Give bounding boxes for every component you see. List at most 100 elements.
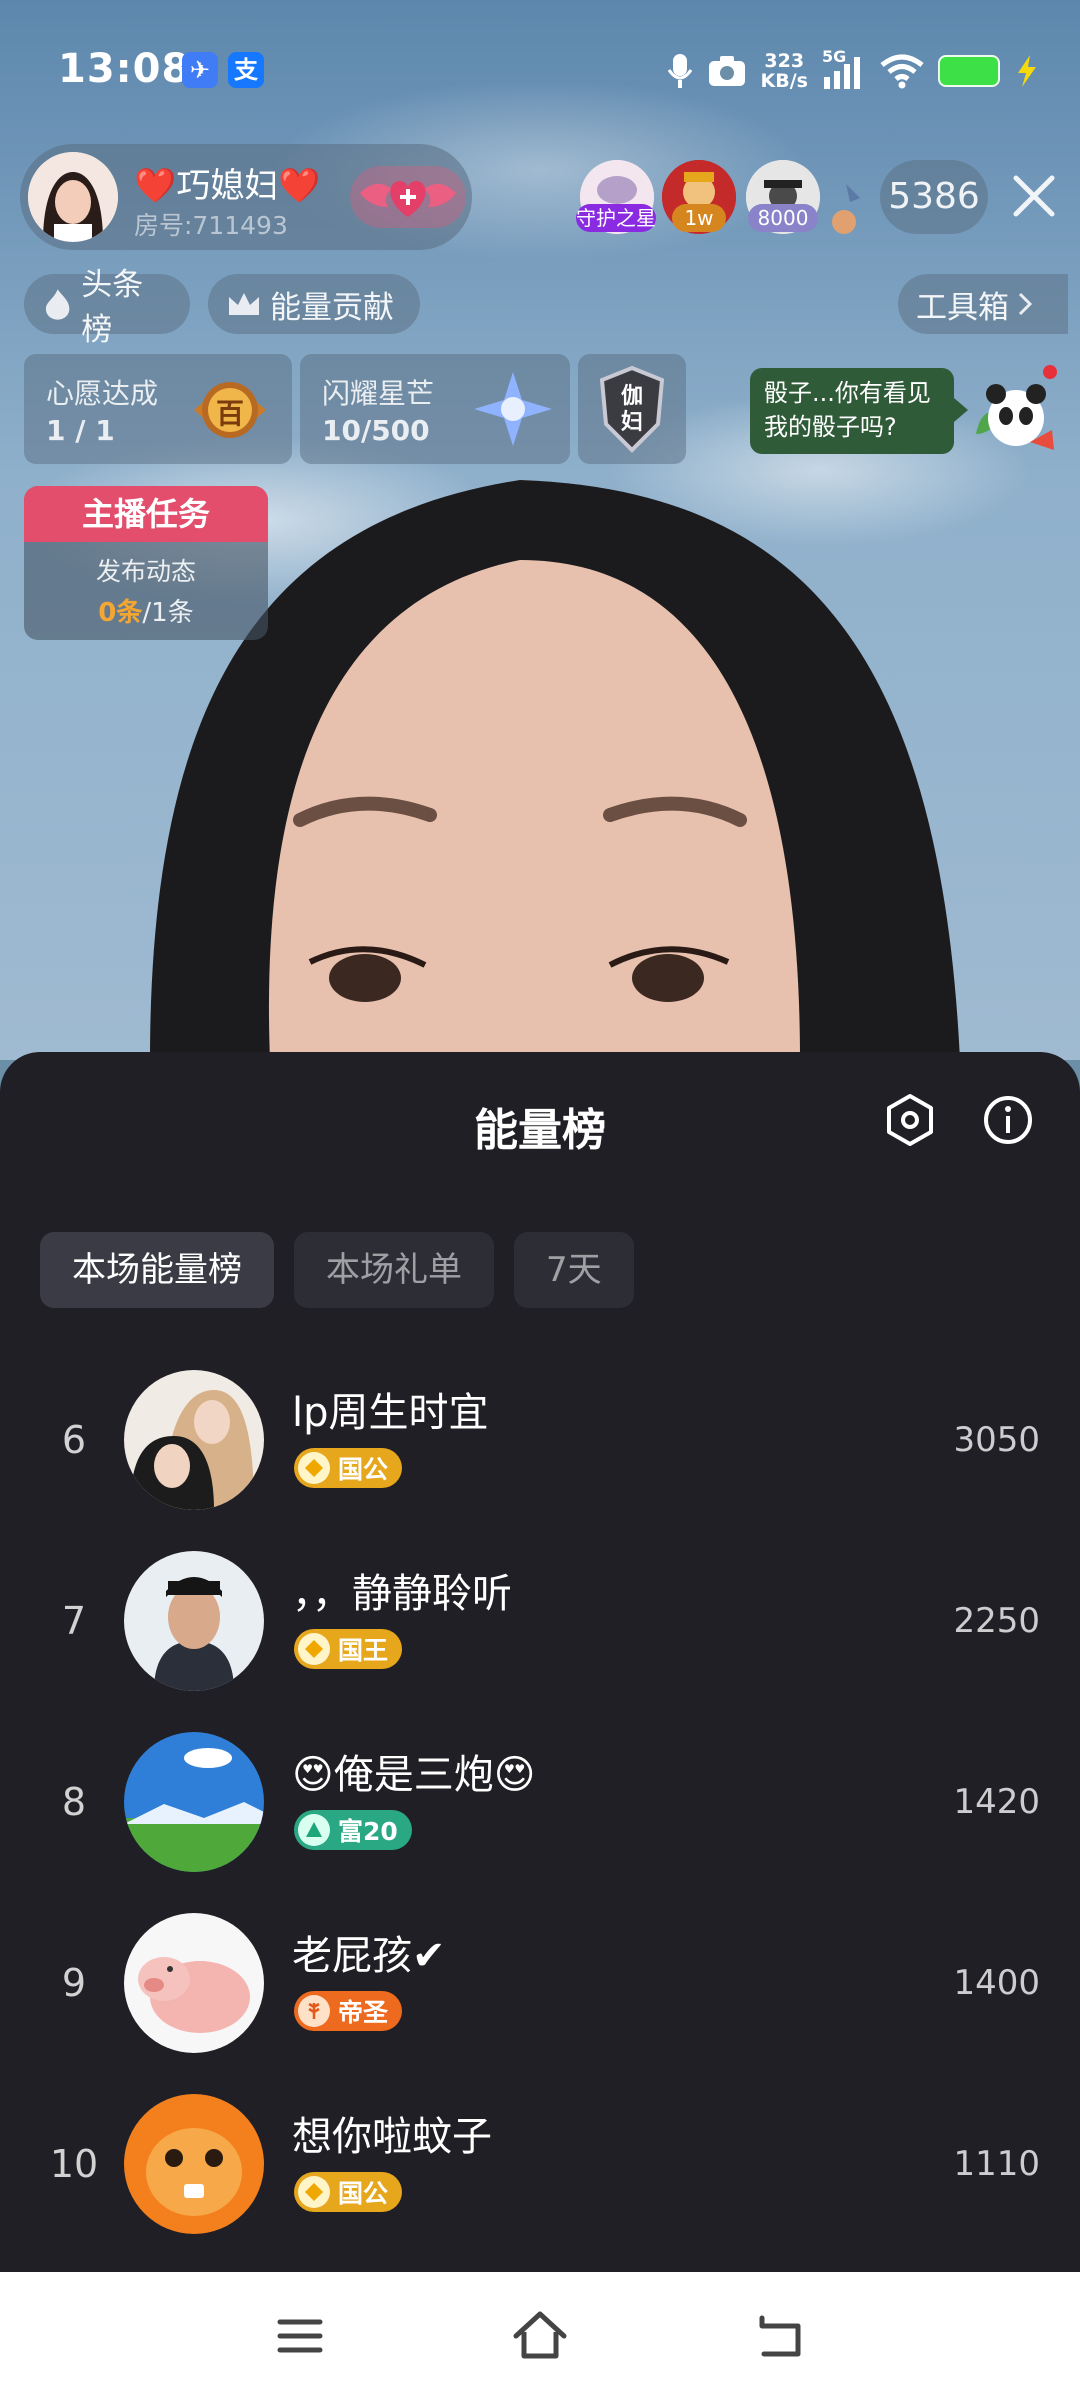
- signal-icon: 5G: [822, 47, 866, 91]
- top-viewer-tag-1: 守护之星: [576, 204, 656, 232]
- shield-text-2: 妇: [620, 410, 643, 435]
- user-level-label: 帝圣: [338, 1998, 389, 2027]
- diamond-icon: [298, 1633, 330, 1665]
- info-icon[interactable]: [980, 1092, 1036, 1148]
- user-name: 想你啦蚊子: [292, 2114, 492, 2160]
- top-viewer-tag-2: 1w: [672, 204, 726, 232]
- energy-score: 1110: [953, 2144, 1040, 2184]
- energy-score: 2250: [953, 1601, 1040, 1641]
- anchor-task-progress-done: 0条: [98, 598, 143, 628]
- energy-contribution-label: 能量贡献: [270, 289, 394, 326]
- user-name: 😍俺是三炮😍: [292, 1752, 536, 1798]
- chevron-right-icon: [1018, 292, 1033, 316]
- energy-contribution-button[interactable]: 能量贡献: [208, 274, 420, 334]
- ranking-number: 10: [49, 2142, 99, 2186]
- host-avatar[interactable]: [28, 152, 118, 242]
- ranking-list: 6 lp周生时宜 国公 3050 7 ，，静静聆听 国王 2250 8 😍俺是三…: [0, 1370, 1080, 2275]
- bubble-line-2: 我的骰子吗?: [764, 413, 897, 441]
- user-name: ，，静静聆听: [292, 1571, 512, 1617]
- star-task-title: 闪耀星芒: [322, 377, 435, 410]
- flame-icon: [45, 289, 70, 320]
- panda-mascot-icon[interactable]: [972, 364, 1058, 456]
- energy-ranking-sheet: 能量榜 本场能量榜 本场礼单 7天 6 lp周生时宜 国公 3050 7 ，，静…: [0, 1052, 1080, 2272]
- tab-session-energy[interactable]: 本场能量榜: [40, 1232, 274, 1308]
- status-bar: 13:08 ✈ 支 323 KB/s 5G: [0, 0, 1080, 140]
- battery-icon: [938, 55, 1000, 87]
- user-avatar[interactable]: [124, 1913, 264, 2053]
- alipay-icon: 支: [228, 52, 264, 88]
- headlines-button[interactable]: 头条榜: [24, 267, 190, 348]
- network-speed-value: 323: [764, 50, 805, 72]
- energy-score: 3050: [953, 1420, 1040, 1460]
- mascot-speech-bubble[interactable]: 骰子...你有看见 我的骰子吗?: [750, 368, 968, 454]
- close-icon[interactable]: [1004, 166, 1064, 226]
- crown-icon: [229, 293, 259, 315]
- energy-score: 1420: [953, 1782, 1040, 1822]
- charging-icon: [1018, 55, 1036, 87]
- bubble-line-1: 骰子...你有看见: [764, 379, 931, 407]
- medal-icon: 百: [190, 372, 270, 448]
- host-card[interactable]: ❤️巧媳妇❤️ 房号:711493: [20, 144, 472, 250]
- anchor-task-progress: 0条/1条: [24, 592, 268, 629]
- ranking-number: 7: [61, 1599, 87, 1643]
- notification-app-icon: ✈: [182, 52, 218, 88]
- wifi-icon: [880, 54, 924, 89]
- toolbox-button[interactable]: 工具箱: [898, 274, 1068, 334]
- anchor-task-card[interactable]: 主播任务 发布动态 0条/1条: [24, 486, 268, 640]
- ranking-row[interactable]: 10 想你啦蚊子 国公 1110: [0, 2094, 1080, 2275]
- user-level-badge: 富20: [294, 1810, 412, 1850]
- hexagon-settings-icon[interactable]: [882, 1092, 938, 1148]
- shield-badge-card[interactable]: 伽 妇: [578, 354, 686, 464]
- shield-text-1: 伽: [620, 384, 643, 409]
- user-level-label: 富20: [338, 1817, 398, 1846]
- ranking-row[interactable]: 7 ，，静静聆听 国王 2250: [0, 1551, 1080, 1732]
- microphone-icon: [667, 54, 692, 88]
- anchor-task-progress-total: /1条: [142, 598, 194, 628]
- user-avatar[interactable]: [124, 1370, 264, 1510]
- energy-score: 1400: [953, 1963, 1040, 2003]
- triangle-icon: [298, 1814, 330, 1846]
- host-room-number: 房号:711493: [134, 211, 288, 240]
- ranking-row[interactable]: 9 老屁孩✔ 帝圣 1400: [0, 1913, 1080, 2094]
- tab-7-days[interactable]: 7天: [514, 1232, 634, 1308]
- user-avatar[interactable]: [124, 2094, 264, 2234]
- anchor-task-subtitle: 发布动态: [95, 557, 196, 586]
- user-level-badge: 国王: [294, 1629, 403, 1669]
- menu-icon[interactable]: [270, 2306, 330, 2366]
- ranking-row[interactable]: 6 lp周生时宜 国公 3050: [0, 1370, 1080, 1551]
- shield-icon: 伽 妇: [596, 364, 668, 454]
- home-icon[interactable]: [510, 2306, 570, 2366]
- ranking-number: 9: [61, 1961, 87, 2005]
- user-avatar[interactable]: [124, 1732, 264, 1872]
- network-speed: 323 KB/s: [761, 51, 808, 91]
- user-level-label: 国王: [338, 1636, 389, 1665]
- user-name: 老屁孩✔: [292, 1933, 446, 1979]
- star-task-card[interactable]: 闪耀星芒 10/500: [300, 354, 570, 464]
- user-avatar[interactable]: [124, 1551, 264, 1691]
- ranking-row[interactable]: 8 😍俺是三炮😍 富20 1420: [0, 1732, 1080, 1913]
- star-task-value: 10/500: [322, 414, 430, 447]
- sparkle-star-icon: [474, 372, 552, 446]
- headlines-label: 头条榜: [81, 267, 144, 348]
- wish-task-title: 心愿达成: [46, 377, 159, 410]
- tab-session-gifts[interactable]: 本场礼单: [294, 1232, 494, 1308]
- user-level-label: 国公: [338, 1455, 389, 1484]
- viewer-count[interactable]: 5386: [880, 160, 988, 234]
- network-speed-unit: KB/s: [760, 70, 808, 92]
- user-name: lp周生时宜: [292, 1390, 489, 1436]
- anchor-task-title: 主播任务: [24, 486, 268, 542]
- user-level-badge: 国公: [294, 1448, 403, 1488]
- medal-label: 百: [215, 397, 244, 430]
- toolbox-label: 工具箱: [916, 289, 1009, 326]
- host-name: ❤️巧媳妇❤️: [134, 166, 321, 206]
- ranking-number: 6: [61, 1418, 87, 1462]
- camera-icon: [708, 56, 745, 86]
- ranking-number: 8: [61, 1780, 87, 1824]
- wheat-icon: [298, 1995, 330, 2027]
- wish-task-card[interactable]: 心愿达成 1 / 1 百: [24, 354, 292, 464]
- back-icon[interactable]: [750, 2306, 810, 2366]
- follow-button[interactable]: [350, 166, 466, 228]
- user-level-badge: 帝圣: [294, 1991, 403, 2031]
- status-time: 13:08: [58, 46, 191, 92]
- more-viewers-icon[interactable]: [826, 178, 866, 234]
